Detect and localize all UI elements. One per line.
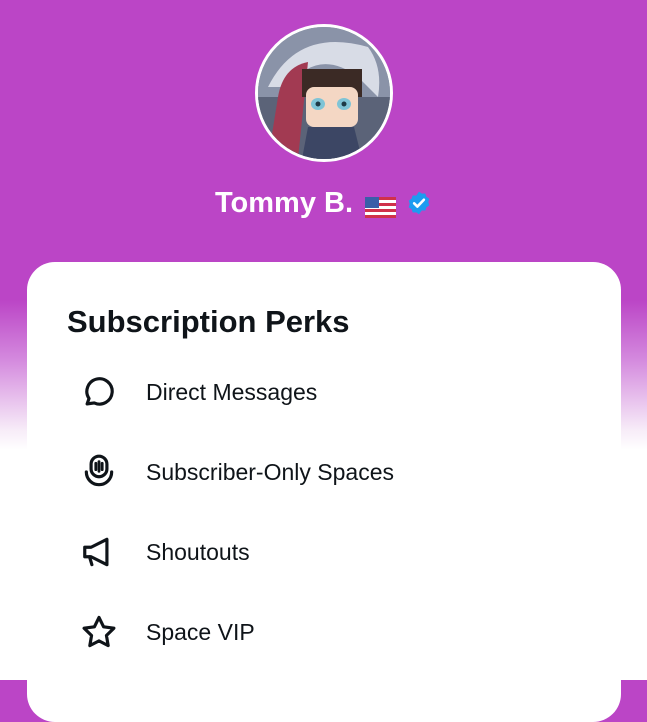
anime-character-avatar-icon bbox=[258, 27, 390, 159]
verified-badge-icon[interactable] bbox=[406, 190, 432, 216]
message-bubble-icon bbox=[79, 372, 119, 412]
perk-direct-messages: Direct Messages bbox=[79, 372, 317, 412]
perk-space-vip: Space VIP bbox=[79, 612, 255, 652]
megaphone-icon bbox=[79, 532, 119, 572]
us-flag-icon bbox=[365, 193, 397, 218]
perks-title: Subscription Perks bbox=[67, 304, 350, 339]
profile-name-row: Tommy B. bbox=[0, 183, 647, 223]
perk-label: Space VIP bbox=[146, 618, 255, 645]
star-icon bbox=[79, 612, 119, 652]
perk-subscriber-only-spaces: Subscriber-Only Spaces bbox=[79, 452, 394, 492]
subscription-perks-card: Subscription Perks Direct Messages Subsc… bbox=[27, 262, 621, 722]
perk-shoutouts: Shoutouts bbox=[79, 532, 250, 572]
perk-label: Subscriber-Only Spaces bbox=[146, 458, 394, 485]
perk-label: Direct Messages bbox=[146, 378, 318, 405]
profile-name: Tommy B. bbox=[214, 186, 354, 219]
perk-label: Shoutouts bbox=[146, 538, 250, 565]
avatar[interactable] bbox=[255, 24, 393, 162]
spaces-microphone-icon bbox=[79, 452, 119, 492]
